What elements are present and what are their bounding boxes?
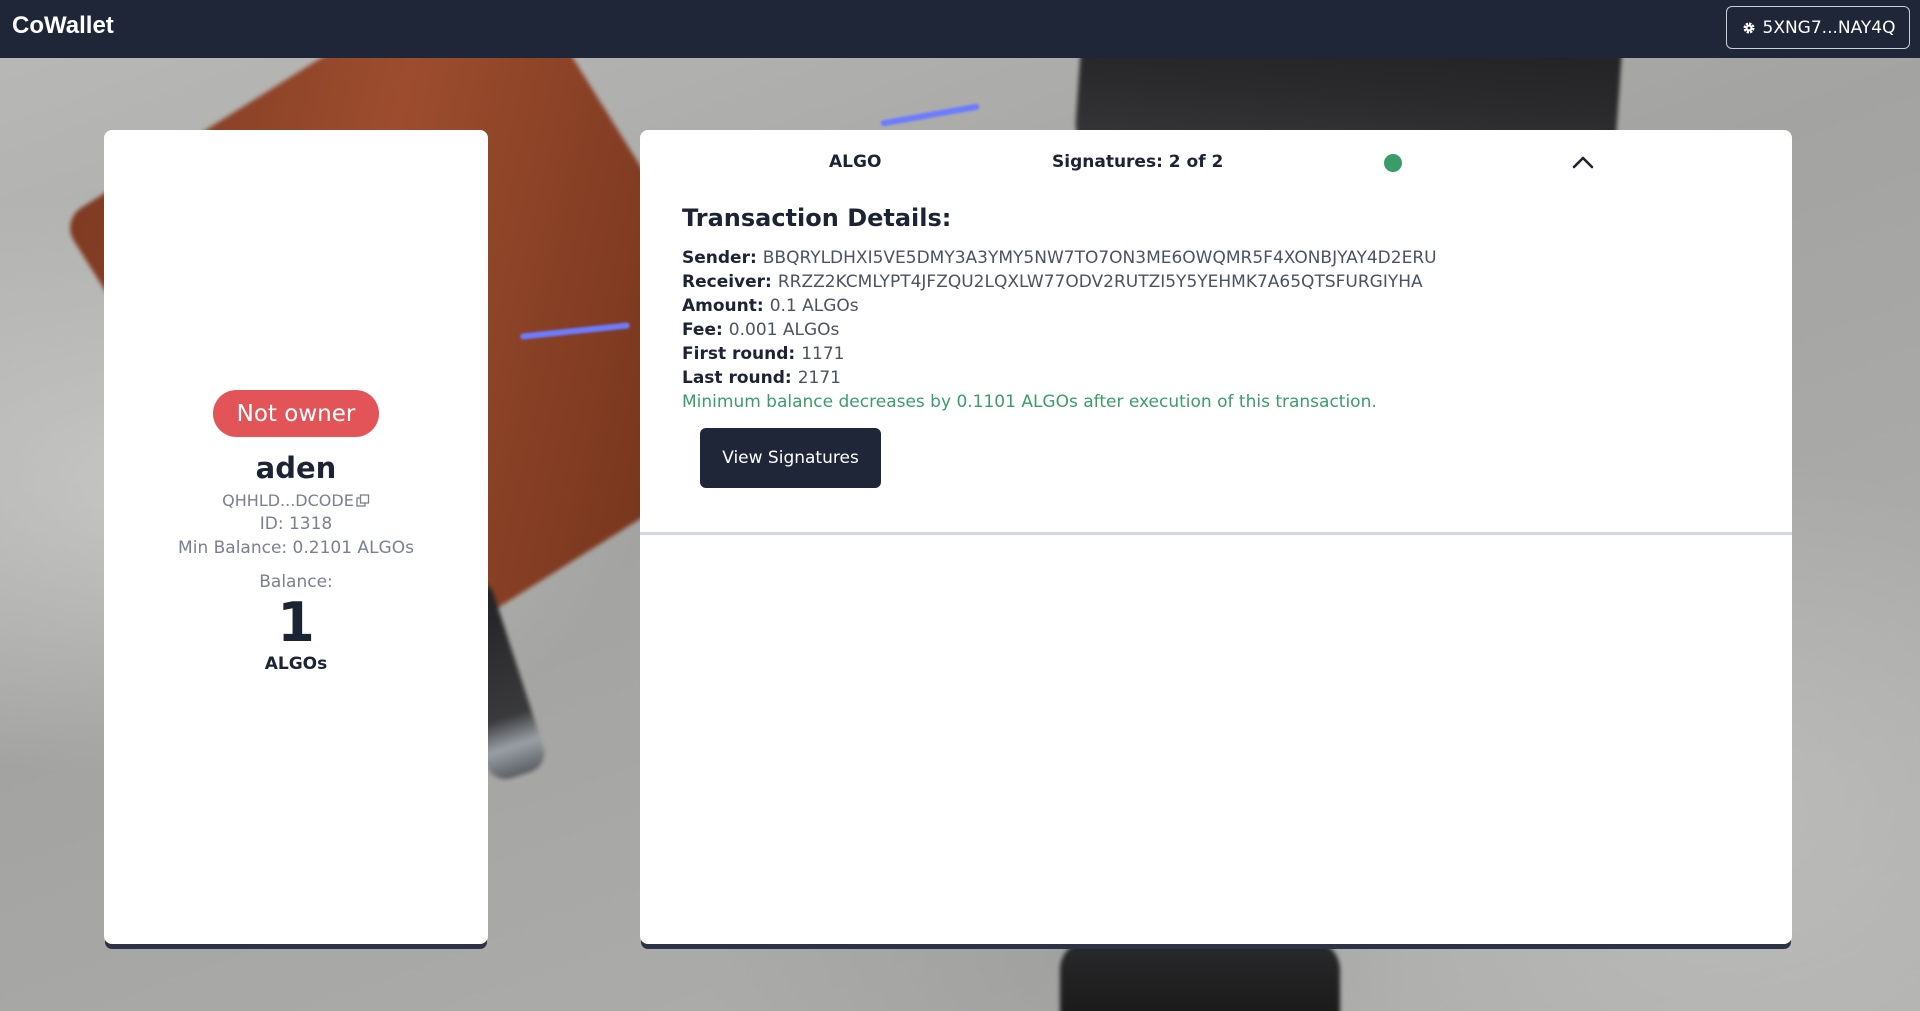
transaction-asset: ALGO	[829, 152, 882, 172]
detail-value: 1171	[801, 344, 845, 364]
gear-icon	[1743, 22, 1754, 33]
brand-logo[interactable]: CoWallet	[12, 12, 114, 40]
detail-amount: Amount: 0.1 ALGOs	[682, 294, 1762, 318]
signature-count: Signatures: 2 of 2	[1052, 152, 1224, 172]
detail-receiver: Receiver: RRZZ2KCMLYPT4JFZQU2LQXLW77ODV2R…	[682, 270, 1762, 294]
transaction-card: ALGO Signatures: 2 of 2 Transaction Deta…	[640, 130, 1792, 944]
account-address-row: QHHLD...DCODE	[222, 491, 370, 510]
detail-value: 0.001 ALGOs	[728, 320, 840, 340]
account-id: ID: 1318	[259, 514, 333, 534]
balance-unit: ALGOs	[264, 654, 328, 674]
wallet-address-label: 5XNG7...NAY4Q	[1762, 17, 1896, 38]
detail-first-round: First round: 1171	[682, 342, 1762, 366]
detail-value: BBQRYLDHXI5VE5DMY3A3YMY5NW7TO7ON3ME6OWQM…	[762, 248, 1437, 268]
detail-value: RRZZ2KCMLYPT4JFZQU2LQXLW77ODV2RUTZI5Y5YE…	[777, 272, 1423, 292]
transaction-details-title: Transaction Details:	[682, 204, 952, 232]
detail-key: First round:	[682, 344, 796, 364]
chevron-up-icon[interactable]	[1570, 150, 1596, 174]
detail-value: 2171	[797, 368, 841, 388]
transaction-details: Transaction Details: Sender: BBQRYLDHXI5V…	[682, 204, 1762, 488]
background-watch	[1060, 940, 1340, 1011]
owner-status-badge: Not owner	[212, 390, 380, 437]
detail-key: Amount:	[682, 296, 764, 316]
balance-value: 1	[277, 591, 315, 654]
account-card: Not owner aden QHHLD...DCODE ID: 1318 Mi…	[104, 130, 488, 944]
account-name: aden	[255, 451, 337, 485]
account-address: QHHLD...DCODE	[222, 491, 354, 510]
account-summary: Not owner aden QHHLD...DCODE ID: 1318 Mi…	[104, 390, 488, 674]
section-divider	[640, 532, 1792, 535]
detail-fee: Fee: 0.001 ALGOs	[682, 318, 1762, 342]
min-balance-note: Minimum balance decreases by 0.1101 ALGO…	[682, 392, 1377, 412]
status-indicator-dot	[1384, 154, 1402, 172]
connected-wallet-button[interactable]: 5XNG7...NAY4Q	[1726, 6, 1910, 49]
copy-icon[interactable]	[356, 493, 370, 508]
detail-key: Fee:	[682, 320, 723, 340]
top-navbar: CoWallet 5XNG7...NAY4Q	[0, 0, 1920, 58]
detail-last-round: Last round: 2171	[682, 366, 1762, 390]
view-signatures-button[interactable]: View Signatures	[700, 428, 881, 488]
detail-key: Receiver:	[682, 272, 772, 292]
account-min-balance: Min Balance: 0.2101 ALGOs	[178, 538, 414, 558]
transaction-header[interactable]: ALGO Signatures: 2 of 2	[640, 130, 1792, 194]
detail-sender: Sender: BBQRYLDHXI5VE5DMY3A3YMY5NW7TO7ON3…	[682, 246, 1762, 270]
balance-label: Balance:	[259, 572, 333, 592]
detail-key: Sender:	[682, 248, 757, 268]
detail-key: Last round:	[682, 368, 792, 388]
detail-value: 0.1 ALGOs	[769, 296, 859, 316]
